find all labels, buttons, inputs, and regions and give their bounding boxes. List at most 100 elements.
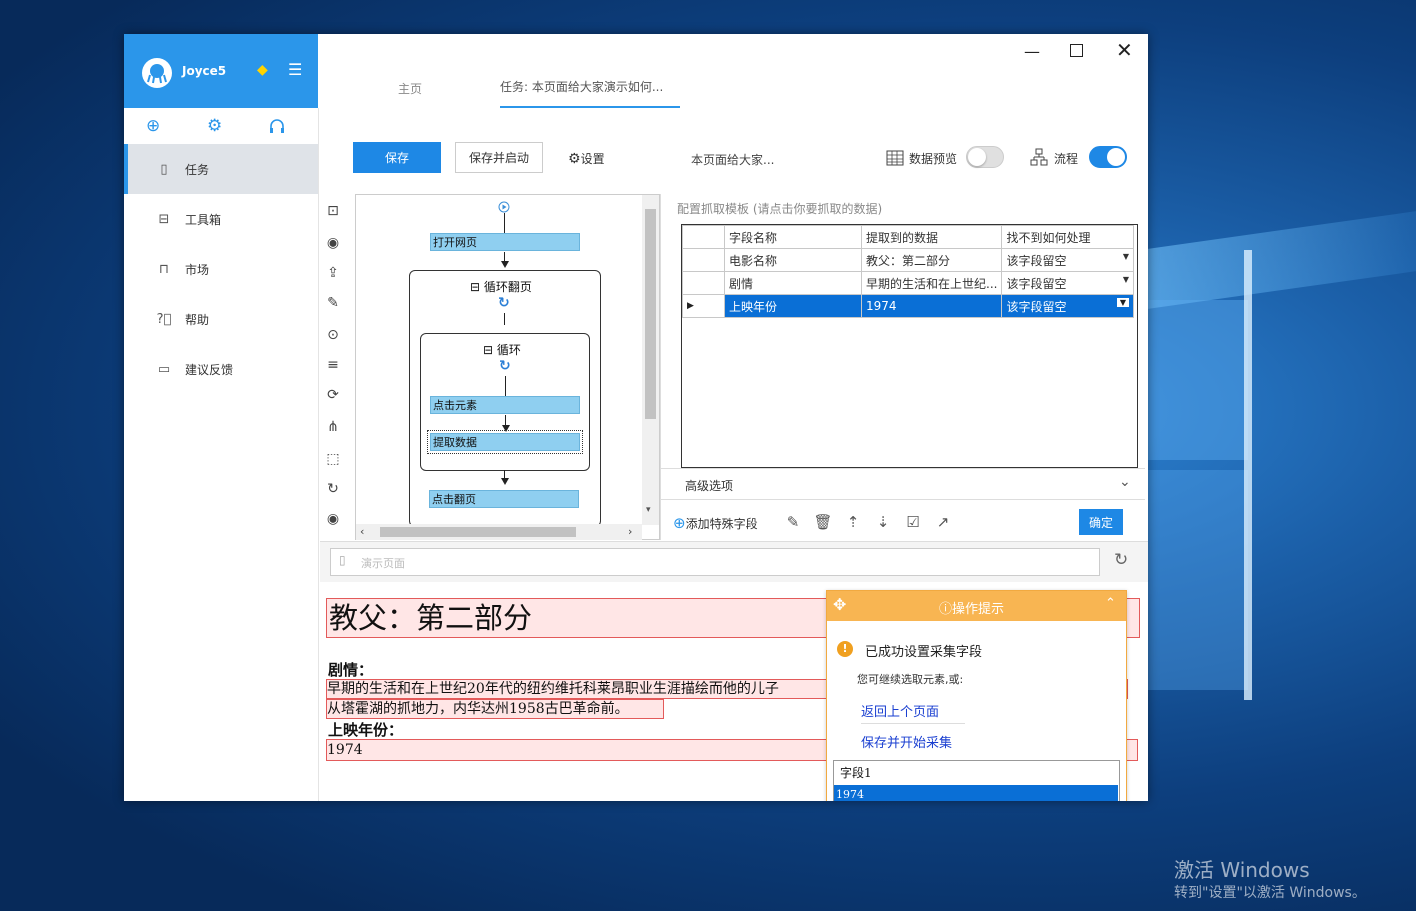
loop-icon[interactable]: ⟳ [324,386,342,404]
flow-step-open-page[interactable]: 打开网页 [430,233,580,251]
menu-icon[interactable]: ☰ [288,60,302,79]
url-input[interactable]: ▯ 演示页面 [330,548,1100,576]
column-header: 字段名称 [724,225,862,249]
confirm-button[interactable]: 确定 [1079,509,1123,535]
mouse-icon[interactable]: ◉ [324,234,342,252]
refresh-gear-icon[interactable]: ↻ [324,480,342,498]
sidebar-item-label: 工具箱 [185,212,222,227]
move-down-icon[interactable]: ⇣ [873,512,893,532]
field-name-cell[interactable]: 上映年份 [724,294,862,318]
flow-step-click-next[interactable]: 点击翻页 [429,490,579,508]
field-table: 字段名称 提取到的数据 找不到如何处理 电影名称 教父：第二部分 该字段留空 ▼ … [682,225,1134,318]
dropdown-arrow-icon[interactable]: ▼ [1116,297,1129,307]
avatar[interactable] [142,58,172,88]
collapse-icon[interactable]: ⌃ [1105,596,1116,611]
data-preview-label: 数据预览 [909,152,958,166]
url-placeholder: 演示页面 [361,557,405,570]
flow-vertical-scrollbar[interactable]: ▾ [642,195,659,525]
edit-icon[interactable]: ✎ [324,294,342,312]
sidebar-item-feedback[interactable]: ▭ 建议反馈 [124,344,318,394]
add-field-label: 添加特殊字段 [685,517,758,531]
loop-icon: ↻ [498,295,510,311]
save-start-link[interactable]: 保存并开始采集 [861,732,952,751]
sidebar-item-tasks[interactable]: ▯ 任务 [124,144,318,194]
gear-icon[interactable]: ⚙ [207,116,222,136]
stop-icon[interactable]: ◉ [324,510,342,528]
field-name-cell[interactable]: 电影名称 [724,248,862,272]
flow-toggle[interactable] [1089,146,1127,168]
handling-cell[interactable]: 该字段留空 ▼ [1001,248,1134,272]
app-window: Joyce5 ◆ ☰ ⊕ ⚙ ▯ 任务 ⊟ 工具箱 ⊓ 市场 ?⃝ 帮助 ▭ 建议反馈 —… [124,34,1148,801]
check-edit-icon[interactable]: ☑ [903,512,923,532]
maximize-icon[interactable] [1070,44,1083,57]
new-step-icon[interactable]: ⊡ [324,202,342,220]
field-list[interactable]: 字段1 1974 [833,760,1120,801]
settings-label: 设置 [580,152,605,166]
vip-diamond-icon[interactable]: ◆ [257,62,268,78]
field-data-cell[interactable]: 教父：第二部分 [860,248,1003,272]
handling-value: 该字段留空 [1006,253,1067,268]
save-start-button[interactable]: 保存并启动 [455,142,543,173]
table-row[interactable]: 剧情 早期的生活和在上世纪... 该字段留空 ▼ [682,271,1134,295]
dropdown-arrow-icon[interactable]: ▼ [1123,275,1129,284]
share-icon[interactable]: ⇪ [324,264,342,282]
move-up-icon[interactable]: ⇡ [843,512,863,532]
flow-step-click-element[interactable]: 点击元素 [430,396,580,414]
advanced-options[interactable]: 高级选项 ⌄ [661,468,1145,500]
table-row-selected[interactable]: ▶ 上映年份 1974 该字段留空 ▼ [682,294,1134,318]
list-icon[interactable]: ≡ [324,356,342,374]
data-preview-toggle[interactable] [966,146,1004,168]
headset-icon[interactable] [268,118,286,136]
settings-button[interactable]: ⚙设置 [568,150,605,167]
table-header: 字段名称 提取到的数据 找不到如何处理 [682,225,1134,249]
edit-field-icon[interactable]: ✎ [783,512,803,532]
plot-line-1-text: 早期的生活和在上世纪20年代的纽约维托科莱昂职业生涯描绘而他的儿子 [327,681,779,697]
minimize-icon[interactable]: — [1024,42,1040,61]
external-edit-icon[interactable]: ↗ [933,512,953,532]
add-special-field-button[interactable]: ⊕添加特殊字段 [673,514,758,532]
loop-page-text: 循环翻页 [483,280,532,294]
tab-task[interactable]: 任务: 本页面给大家演示如何... [500,78,680,108]
plot-line-2[interactable]: 从塔霍湖的抓地力，内华达州1958古巴革命前。 [326,699,664,719]
play-icon[interactable] [498,201,510,213]
handling-value: 该字段留空 [1006,299,1067,314]
username: Joyce5 [182,64,227,78]
add-icon[interactable]: ⊕ [146,116,160,136]
loop-container[interactable]: ⊟ 循环 ↻ 点击元素 提取数据 [420,333,590,471]
branch-icon[interactable]: ⋔ [324,418,342,436]
sidebar-item-market[interactable]: ⊓ 市场 [124,244,318,294]
table-row[interactable]: 电影名称 教父：第二部分 该字段留空 ▼ [682,248,1134,272]
flow-panel: 打开网页 ⊟ 循环翻页 ↻ ⊟ 循环 ↻ 点击元素 提取数据 点击翻页 ▾ ‹ … [355,194,660,540]
close-icon[interactable]: ✕ [1116,38,1133,62]
trash-icon[interactable]: 🗑 [813,512,833,532]
field-data-cell[interactable]: 早期的生活和在上世纪... [860,271,1003,295]
field-data-cell[interactable]: 1974 [860,294,1003,318]
loop-page-container[interactable]: ⊟ 循环翻页 ↻ ⊟ 循环 ↻ 点击元素 提取数据 点击翻页 [409,270,601,527]
handling-value: 该字段留空 [1006,276,1067,291]
save-button[interactable]: 保存 [353,142,441,173]
tab-home[interactable]: 主页 [398,80,422,97]
year-value-text: 1974 [327,742,363,758]
desktop-light-beam [1244,250,1252,700]
sidebar-item-toolbox[interactable]: ⊟ 工具箱 [124,194,318,244]
back-page-link[interactable]: 返回上个页面 [861,701,939,720]
captcha-icon[interactable]: ⊙ [324,326,342,344]
handling-cell[interactable]: 该字段留空 ▼ [1001,271,1134,295]
flow-label: 流程 [1054,152,1079,166]
desktop-light-beam [1148,300,1248,460]
refresh-icon[interactable]: ↻ [1114,550,1128,570]
select-icon[interactable]: ⬚ [324,450,342,468]
add-icon: ⊕ [673,514,686,532]
sidebar-item-help[interactable]: ?⃝ 帮助 [124,294,318,344]
dropdown-arrow-icon[interactable]: ▼ [1123,252,1129,261]
gear-icon: ⚙ [568,151,581,167]
field-name-cell[interactable]: 剧情 [724,271,862,295]
handling-cell[interactable]: 该字段留空 ▼ [1001,294,1134,318]
flow-step-extract-data[interactable]: 提取数据 [427,430,583,454]
flow-horizontal-scrollbar[interactable]: ‹ › [356,524,642,540]
advanced-options-label: 高级选项 [685,479,734,493]
tip-header[interactable]: ✥ ⓘ操作提示 ⌃ [827,591,1126,621]
loop-page-label: ⊟ 循环翻页 [470,280,532,294]
move-icon[interactable]: ✥ [833,595,846,614]
field-list-selected[interactable]: 1974 [834,785,1118,801]
